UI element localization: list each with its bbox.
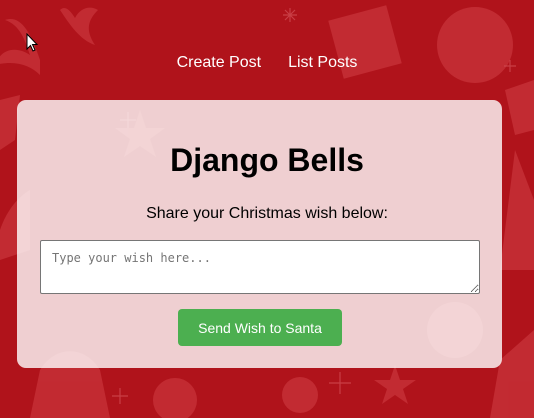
send-wish-button[interactable]: Send Wish to Santa	[178, 309, 342, 346]
nav-list-posts-link[interactable]: List Posts	[288, 54, 357, 72]
page-subtitle: Share your Christmas wish below:	[146, 205, 388, 222]
mouse-cursor-icon	[26, 33, 39, 52]
top-navigation: Create Post List Posts	[0, 54, 534, 72]
nav-create-post-link[interactable]: Create Post	[177, 54, 261, 72]
wish-textarea[interactable]	[40, 240, 480, 294]
page-title: Django Bells	[170, 142, 364, 178]
